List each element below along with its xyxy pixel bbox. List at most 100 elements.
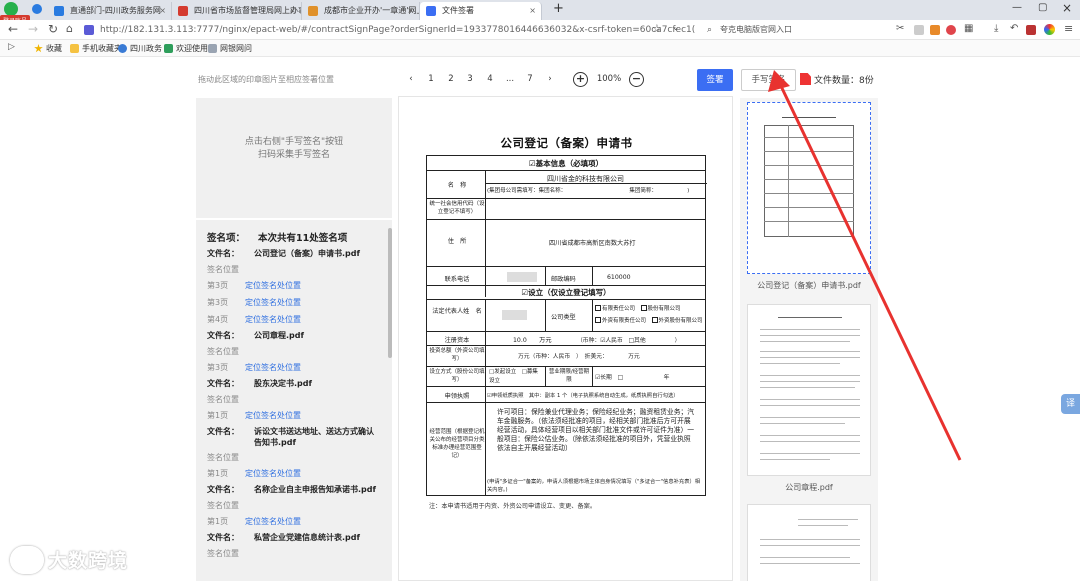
folder-icon	[70, 44, 79, 53]
tab-title: 文件签署	[442, 6, 474, 15]
dropdown-icon[interactable]: ⌄	[672, 23, 680, 33]
file-label: 文件名：	[207, 249, 239, 258]
section-establish: ☑设立（仅设立登记填写）	[521, 288, 611, 297]
page-7[interactable]: 7	[523, 74, 537, 84]
handwrite-sign-button[interactable]: 手写签名	[741, 69, 796, 91]
locate-link[interactable]: 定位签名处位置	[245, 468, 301, 479]
zoom-out-icon[interactable]: −	[629, 72, 644, 87]
prev-page-icon[interactable]: ‹	[404, 74, 418, 84]
tab-active[interactable]: 文件签署 ×	[420, 2, 542, 20]
url-field[interactable]: http://182.131.3.113:7777/nginx/epact-we…	[100, 23, 700, 37]
tab-3[interactable]: 成都市企业开办'一章通'网上 ×	[302, 2, 420, 20]
address-value: 四川省成都市高新区南数大苏打	[549, 240, 636, 247]
tab-favicon-icon	[54, 6, 64, 16]
sign-page: 第1页	[207, 469, 229, 478]
company-type-label: 公司类型	[551, 314, 576, 321]
bookmark-item[interactable]: 收藏	[34, 42, 62, 55]
page-4[interactable]: 4	[483, 74, 497, 84]
sidebar-toggle-icon[interactable]: ▷	[8, 42, 15, 52]
new-tab-icon[interactable]: +	[553, 1, 564, 16]
forward-icon[interactable]: →	[28, 22, 38, 36]
type-option: 有限责任公司 股份有限公司	[595, 304, 681, 312]
watermark-logo-icon	[10, 546, 44, 574]
bookmark-item[interactable]: 手机收藏夹	[70, 42, 122, 55]
sign-page: 第4页	[207, 315, 229, 324]
thumbnail-2[interactable]	[747, 304, 871, 476]
locate-link[interactable]: 定位签名处位置	[245, 362, 301, 373]
sign-list-scrollbar[interactable]	[388, 228, 392, 358]
bookmark-item[interactable]: 网银网问	[208, 42, 252, 55]
type-option: 外资有限责任公司 外资股份有限公司	[595, 316, 703, 324]
stamp-area[interactable]: 点击右侧"手写签名"按钮 扫码采集手写签名	[196, 98, 392, 218]
file-label: 文件名：	[207, 331, 239, 340]
scissors-icon[interactable]: ✂	[896, 23, 904, 34]
close-tab-icon[interactable]: ×	[159, 2, 166, 20]
download-icon[interactable]: ⤓	[994, 23, 998, 34]
locate-link[interactable]: 定位签名处位置	[245, 314, 301, 325]
close-tab-icon[interactable]: ×	[289, 2, 296, 20]
close-tab-icon[interactable]: ×	[529, 2, 536, 20]
watermark: 大数跨境	[10, 546, 128, 574]
wallet-icon[interactable]	[1026, 25, 1036, 35]
locate-link[interactable]: 定位签名处位置	[245, 516, 301, 527]
sign-pos-label: 签名位置	[207, 501, 239, 510]
locate-link[interactable]: 定位签名处位置	[245, 297, 301, 308]
thumbnail-3[interactable]	[747, 504, 871, 581]
legal-rep-label: 法定代表人姓 名	[432, 308, 482, 315]
tab-favicon-icon	[426, 6, 436, 16]
locate-link[interactable]: 定位签名处位置	[245, 410, 301, 421]
page-2[interactable]: 2	[444, 74, 458, 84]
close-window-icon[interactable]: ×	[1062, 1, 1072, 15]
sign-button[interactable]: 签署	[697, 69, 733, 91]
zoom-in-icon[interactable]: +	[573, 72, 588, 87]
grid-icon[interactable]: ▦	[964, 23, 973, 34]
page-1[interactable]: 1	[424, 74, 438, 84]
application-form: ☑基本信息（必填项） 名 称 四川省金的科技有限公司 (集团母公司需填写：集团名…	[426, 155, 707, 496]
tab-2[interactable]: 四川省市场监督管理局网上办事 ×	[172, 2, 302, 20]
sign-items-summary: 本次共有11处签名项	[258, 233, 348, 244]
extension-icon[interactable]	[914, 25, 924, 35]
page-3[interactable]: 3	[463, 74, 477, 84]
document-page[interactable]: 公司登记（备案）申请书 ☑基本信息（必填项） 名 称 四川省金的科技有限公司 (…	[398, 96, 733, 581]
globe-icon	[118, 44, 127, 53]
back-icon[interactable]: ←	[8, 22, 18, 36]
extension-icon[interactable]	[930, 25, 940, 35]
thumbnail-1[interactable]	[747, 102, 871, 274]
page-ellipsis[interactable]: ...	[503, 74, 517, 84]
translate-tab[interactable]: 译	[1061, 394, 1080, 414]
thumbnail-label: 公司章程.pdf	[785, 483, 833, 492]
sign-page: 第3页	[207, 298, 229, 307]
sign-page: 第3页	[207, 363, 229, 372]
tab-title: 四川省市场监督管理局网上办事	[194, 6, 302, 15]
restore-icon[interactable]: ▢	[1038, 2, 1047, 13]
reload-icon[interactable]: ↻	[48, 22, 58, 36]
search-field[interactable]: ⌕ 夸克电脑版官网入口	[704, 23, 884, 37]
license-value: ☑申领纸质执照 其中：副本 1 个（电子执照系统自动生成，纸质执照自行勾选）	[487, 393, 679, 399]
home-icon[interactable]: ⌂	[66, 22, 73, 35]
sign-item-list: 签名项： 本次共有11处签名项 文件名： 公司登记（备案）申请书.pdf 签名位…	[196, 220, 392, 581]
file-name: 公司登记（备案）申请书.pdf	[254, 249, 360, 258]
tab-favicon-icon	[308, 6, 318, 16]
thumbnail-panel: 公司登记（备案）申请书.pdf 公司章程.pdf	[740, 98, 878, 581]
profile-icon[interactable]	[1044, 24, 1055, 35]
bookmark-item[interactable]: 四川政务	[118, 42, 162, 55]
capital-label: 注册资本	[444, 337, 470, 344]
tab-title: 成都市企业开办'一章通'网上	[324, 6, 420, 15]
bookmark-item[interactable]: 欢迎使用	[164, 42, 208, 55]
locate-link[interactable]: 定位签名处位置	[245, 280, 301, 291]
tab-1[interactable]: 直通部门-四川政务服务网 ×	[48, 2, 172, 20]
extension-icon[interactable]	[946, 25, 956, 35]
bookmark-star-icon[interactable]: ☆	[652, 22, 662, 35]
file-label: 文件名：	[207, 485, 239, 494]
menu-icon[interactable]: ≡	[1064, 22, 1073, 35]
close-tab-icon[interactable]: ×	[407, 2, 414, 20]
method-label: 设立方式（股份公司填写）	[429, 369, 485, 383]
currency-value: （币种：☑人民币 □其他 ）	[577, 338, 681, 344]
app-icon[interactable]	[84, 25, 94, 35]
next-page-icon[interactable]: ›	[543, 74, 557, 84]
zip-label: 邮政编码	[551, 276, 576, 283]
sign-pos-label: 签名位置	[207, 549, 239, 558]
undo-icon[interactable]: ↶	[1010, 23, 1018, 34]
minimize-icon[interactable]: —	[1012, 2, 1022, 13]
browser-refresh-tab-icon[interactable]	[32, 4, 42, 14]
